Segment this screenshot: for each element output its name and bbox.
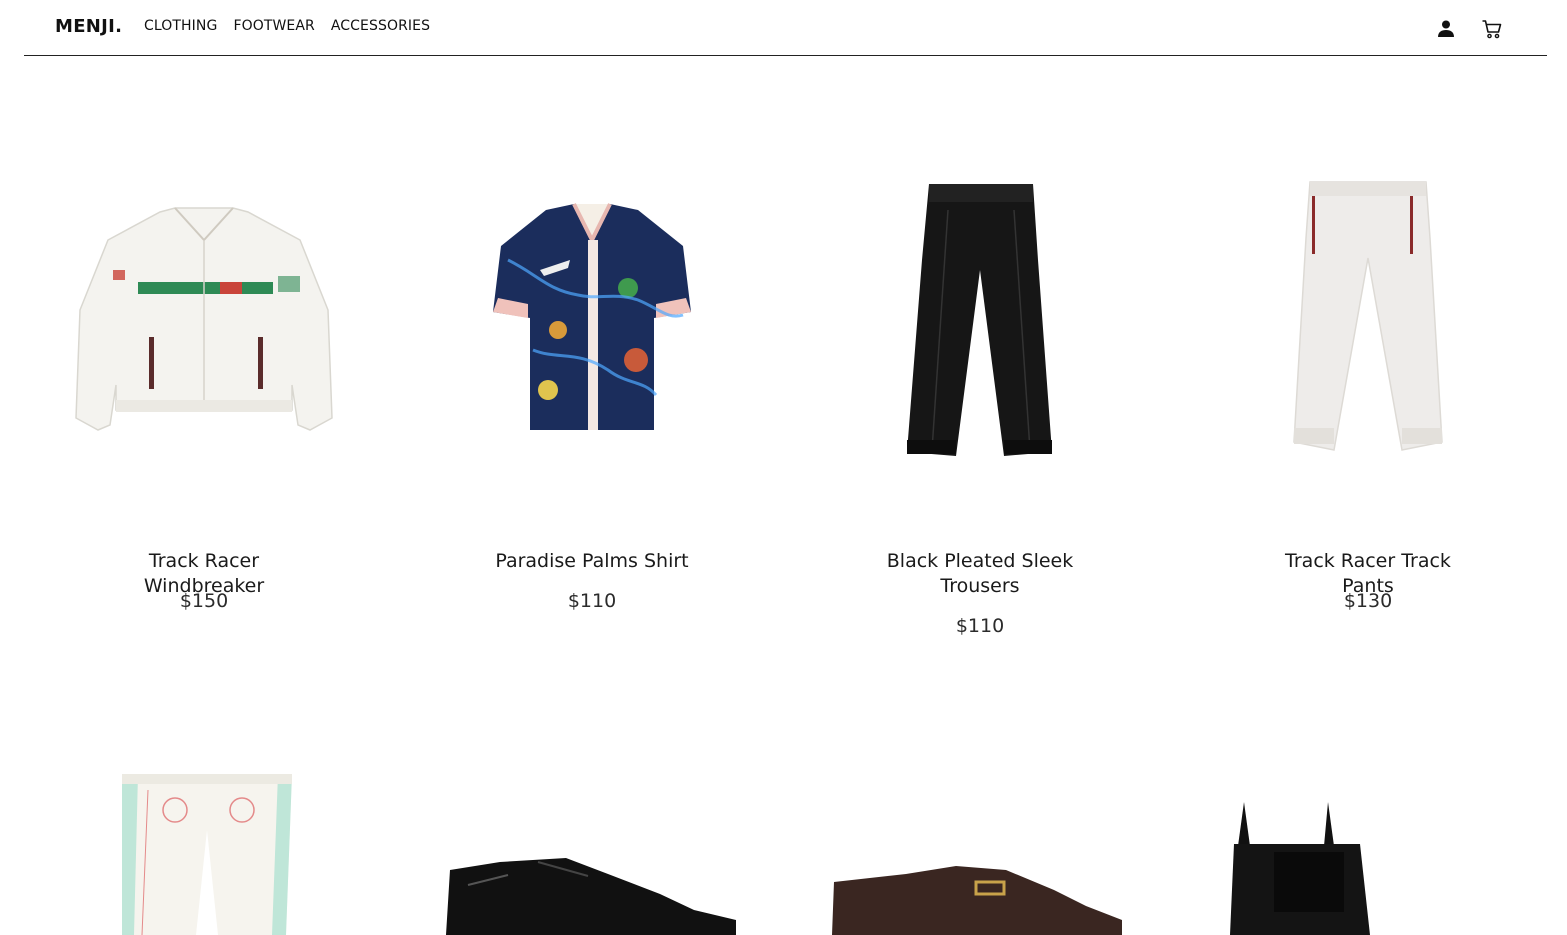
product-image-paradise-shirt[interactable] bbox=[398, 200, 786, 436]
nav-clothing[interactable]: CLOTHING bbox=[144, 18, 217, 34]
product-title[interactable]: Black Pleated Sleek Trousers bbox=[870, 549, 1090, 599]
product-price: $110 bbox=[567, 590, 617, 612]
product-title[interactable]: Paradise Palms Shirt bbox=[482, 549, 702, 574]
nav-accessories[interactable]: ACCESSORIES bbox=[331, 18, 430, 34]
product-image-windbreaker[interactable] bbox=[10, 200, 398, 440]
user-icon[interactable] bbox=[1435, 18, 1457, 40]
product-image-chelsea-boot[interactable] bbox=[1174, 800, 1562, 935]
product-image-loafer[interactable] bbox=[786, 862, 1174, 935]
main-nav: CLOTHING FOOTWEAR ACCESSORIES bbox=[144, 18, 430, 34]
product-image-derby-shoe[interactable] bbox=[398, 850, 786, 935]
product-image-track-pants[interactable] bbox=[1174, 178, 1562, 454]
product-price: $130 bbox=[1343, 590, 1393, 612]
brand-logo[interactable]: MENJI. bbox=[55, 16, 122, 37]
product-price: $110 bbox=[955, 615, 1005, 637]
product-price: $150 bbox=[179, 590, 229, 612]
nav-footwear[interactable]: FOOTWEAR bbox=[233, 18, 314, 34]
product-image-jeans[interactable] bbox=[10, 770, 398, 935]
cart-icon[interactable] bbox=[1481, 18, 1503, 40]
site-header: MENJI. CLOTHING FOOTWEAR ACCESSORIES bbox=[24, 0, 1547, 56]
product-image-black-trousers[interactable] bbox=[786, 180, 1174, 460]
